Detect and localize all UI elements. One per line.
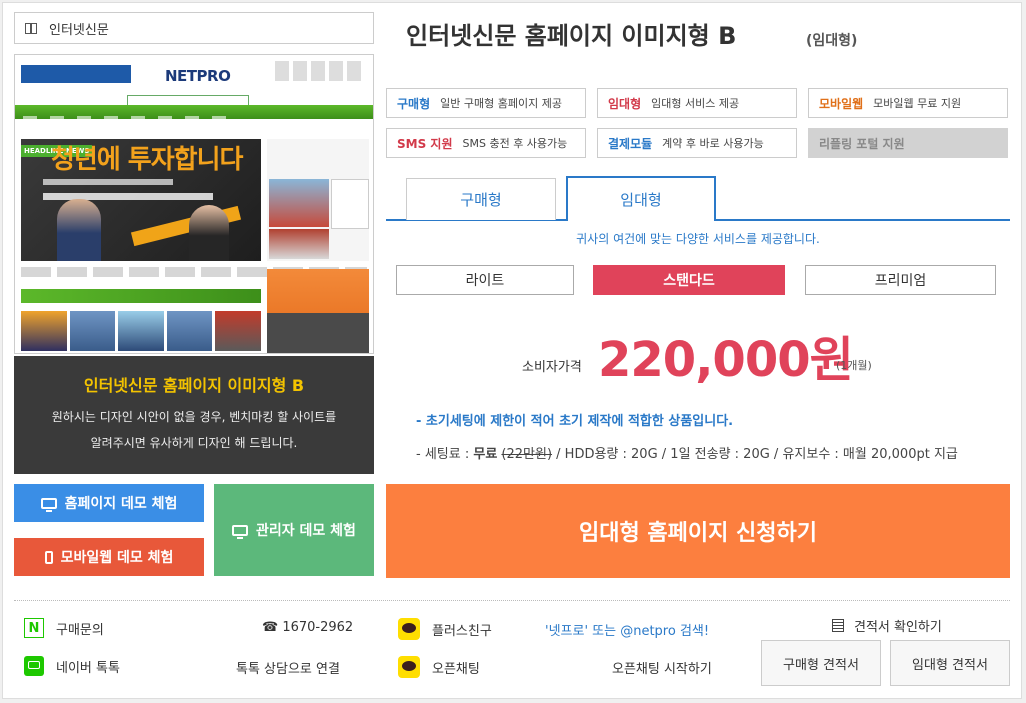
homepage-demo-label: 홈페이지 데모 체험	[64, 496, 178, 512]
monitor-icon	[40, 497, 57, 512]
preview-ad-2	[267, 313, 369, 353]
feature-sms: SMS 지원 SMS 충전 후 사용가능	[386, 128, 586, 158]
apply-rent-button[interactable]: 임대형 홈페이지 신청하기	[386, 484, 1010, 578]
quote-rent-button[interactable]: 임대형 견적서	[890, 640, 1010, 686]
note-details: - 세팅료 : 무료 (22만원) / HDD용량 : 20G / 1일 전송량…	[416, 447, 958, 462]
preview-hero-title: 청년에 투자합니다	[51, 145, 243, 175]
preview-hero: HEADLINE NEWS 청년에 투자합니다	[21, 139, 261, 261]
preview-top-news-bar	[21, 289, 261, 303]
mobile-demo-button[interactable]: 모바일웹 데모 체험	[14, 538, 204, 576]
product-title: 인터넷신문 홈페이지 이미지형 B	[406, 22, 737, 50]
kakao-icon	[398, 618, 420, 640]
mobile-demo-label: 모바일웹 데모 체험	[60, 550, 174, 566]
preview-logo: NETPRO	[165, 67, 231, 85]
open-chat-start-link[interactable]: 오픈채팅 시작하기	[612, 658, 712, 677]
book-icon	[25, 22, 37, 34]
phone-number[interactable]: ☎ 1670-2962	[262, 620, 353, 635]
preview-person-2	[189, 205, 229, 261]
tab-description: 귀사의 여건에 맞는 다양한 서비스를 제공합니다.	[576, 232, 820, 246]
quote-buy-button[interactable]: 구매형 견적서	[761, 640, 881, 686]
breadcrumb-label: 인터넷신문	[49, 22, 109, 38]
kakao-icon	[398, 656, 420, 678]
talk-connect-link[interactable]: 톡톡 상담으로 연결	[236, 658, 340, 677]
monitor-icon	[232, 524, 249, 539]
plus-friend-search-hint[interactable]: '넷프로' 또는 @netpro 검색!	[545, 620, 709, 639]
footer-divider	[14, 600, 1010, 601]
preview-nav	[15, 105, 373, 120]
calculator-icon	[832, 619, 844, 632]
quote-check[interactable]: 견적서 확인하기	[832, 616, 942, 635]
preview-news-grid	[21, 311, 261, 351]
price-value: 220,000원	[598, 332, 854, 388]
preview-side-news	[267, 139, 369, 261]
plan-premium-button[interactable]: 프리미엄	[805, 265, 996, 295]
preview-top-banner	[21, 65, 131, 83]
note-summary: - 초기세팅에 제한이 적어 초기 제작에 적합한 상품입니다.	[416, 414, 734, 429]
feature-rent: 임대형 임대형 서비스 제공	[597, 88, 797, 118]
naver-n-icon: N	[24, 618, 44, 638]
naver-talk-icon	[24, 656, 44, 676]
caption-desc-1: 원하시는 디자인 시안이 없을 경우, 벤치마킹 할 사이트를	[51, 410, 337, 424]
mobile-icon	[44, 550, 53, 564]
price-label: 소비자가격	[522, 360, 582, 375]
tab-buy[interactable]: 구매형	[406, 178, 556, 220]
product-type: (임대형)	[806, 33, 858, 49]
feature-buy: 구매형 일반 구매형 홈페이지 제공	[386, 88, 586, 118]
naver-talk: 네이버 톡톡	[24, 656, 120, 676]
plan-standard-button[interactable]: 스탠다드	[593, 265, 785, 295]
tab-rent[interactable]: 임대형	[566, 176, 716, 220]
plus-friend[interactable]: 플러스친구	[398, 618, 492, 640]
open-chat[interactable]: 오픈채팅	[398, 656, 480, 678]
feature-payment: 결제모듈 계약 후 바로 사용가능	[597, 128, 797, 158]
breadcrumb[interactable]: 인터넷신문	[14, 12, 374, 44]
price-unit: (1개월)	[836, 359, 872, 372]
caption-desc-2: 알려주시면 유사하게 디자인 해 드립니다.	[90, 436, 298, 450]
homepage-demo-button[interactable]: 홈페이지 데모 체험	[14, 484, 204, 522]
admin-demo-button[interactable]: 관리자 데모 체험	[214, 484, 374, 576]
feature-mobile: 모바일웹 모바일웹 무료 지원	[808, 88, 1008, 118]
feature-portal: 리플링 포털 지원	[808, 128, 1008, 158]
product-preview-image: NETPRO HEADLINE NEWS 청년에 투자합니다	[14, 54, 374, 354]
purchase-inquiry: N 구매문의	[24, 618, 104, 638]
caption-title: 인터넷신문 홈페이지 이미지형 B	[83, 376, 305, 395]
admin-demo-label: 관리자 데모 체험	[256, 523, 356, 539]
preview-person-1	[57, 199, 101, 261]
plan-lite-button[interactable]: 라이트	[396, 265, 574, 295]
preview-top-links	[275, 61, 365, 81]
preview-caption: 인터넷신문 홈페이지 이미지형 B 원하시는 디자인 시안이 없을 경우, 벤치…	[14, 356, 374, 474]
